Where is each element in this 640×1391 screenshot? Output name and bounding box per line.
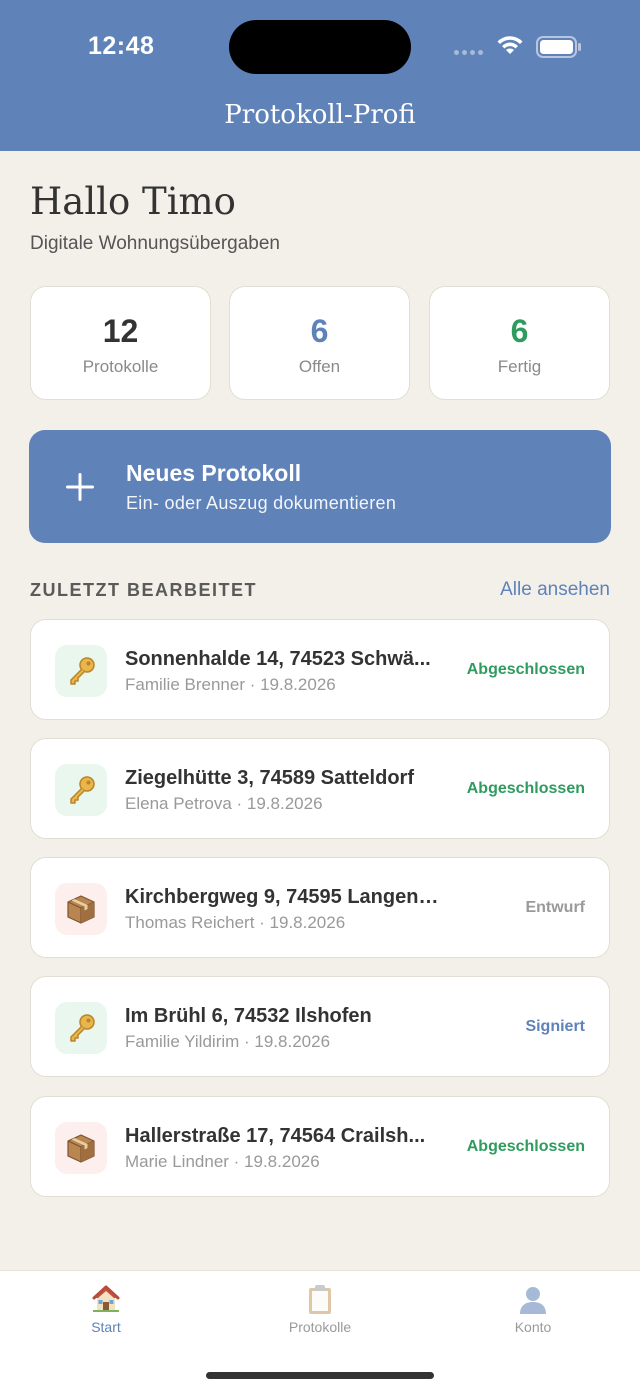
key-icon (55, 764, 107, 816)
stat-label: Fertig (497, 357, 542, 376)
tab-konto[interactable]: Konto (463, 1283, 603, 1335)
item-address: Ziegelhütte 3, 74589 Satteldorf (125, 767, 414, 789)
stat-label: Protokolle (82, 357, 159, 376)
status-badge: Abgeschlossen (466, 780, 585, 797)
dynamic-island (229, 20, 411, 74)
list-item[interactable]: Ziegelhütte 3, 74589 Satteldorf Elena Pe… (30, 738, 610, 839)
new-protocol-title: Neues Protokoll (126, 460, 302, 486)
new-protocol-subtitle: Ein- oder Auszug dokumentieren (126, 493, 397, 513)
tab-label: Start (91, 1319, 121, 1335)
item-meta: Familie Yildirim · 19.8.2026 (125, 1032, 331, 1051)
status-badge: Signiert (525, 1018, 585, 1035)
key-icon (55, 645, 107, 697)
house-icon (92, 1285, 120, 1312)
tab-label: Konto (514, 1319, 552, 1335)
list-item[interactable]: Im Brühl 6, 74532 Ilshofen Familie Yildi… (30, 976, 610, 1077)
stat-value: 6 (310, 313, 329, 349)
plus-icon (66, 473, 94, 501)
item-meta: Thomas Reichert · 19.8.2026 (125, 913, 346, 932)
list-item[interactable]: Kirchbergweg 9, 74595 Langenburg Thomas … (30, 857, 610, 958)
status-time: 12:48 (88, 32, 155, 60)
app-title: Protokoll-Profi (224, 100, 416, 130)
stat-card-fertig[interactable]: 6 Fertig (429, 286, 610, 400)
recent-section-title: ZULETZT BEARBEITET (30, 580, 257, 600)
greeting-subtitle: Digitale Wohnungsübergaben (30, 233, 280, 254)
status-badge: Entwurf (525, 899, 585, 916)
stat-value: 6 (510, 313, 529, 349)
key-icon (55, 1002, 107, 1054)
item-address: Kirchbergweg 9, 74595 Langenburg (125, 886, 447, 908)
wifi-icon (497, 36, 523, 54)
stat-card-offen[interactable]: 6 Offen (229, 286, 410, 400)
tab-label: Protokolle (288, 1319, 352, 1335)
item-meta: Familie Brenner · 19.8.2026 (125, 675, 336, 694)
item-address: Im Brühl 6, 74532 Ilshofen (125, 1005, 372, 1027)
see-all-link[interactable]: Alle ansehen (500, 579, 610, 601)
status-badge: Abgeschlossen (466, 1138, 585, 1155)
user-icon (520, 1287, 546, 1314)
list-item[interactable]: Hallerstraße 17, 74564 Crailsh... Marie … (30, 1096, 610, 1197)
list-item[interactable]: Sonnenhalde 14, 74523 Schwä... Familie B… (30, 619, 610, 720)
stat-value: 12 (102, 313, 139, 349)
package-icon (55, 1122, 107, 1174)
stat-label: Offen (298, 357, 341, 376)
app-header: 12:48 Protokoll-Profi (0, 0, 640, 151)
tab-protokolle[interactable]: Protokolle (250, 1283, 390, 1335)
greeting-title: Hallo Timo (30, 180, 236, 223)
item-address: Sonnenhalde 14, 74523 Schwä... (125, 648, 431, 670)
new-protocol-button[interactable]: Neues Protokoll Ein- oder Auszug dokumen… (29, 430, 611, 543)
item-address: Hallerstraße 17, 74564 Crailsh... (125, 1125, 426, 1147)
clipboard-icon (309, 1285, 331, 1314)
status-badge: Abgeschlossen (466, 661, 585, 678)
signal-icon (454, 50, 483, 55)
item-meta: Marie Lindner · 19.8.2026 (125, 1152, 320, 1171)
package-icon (55, 883, 107, 935)
stat-card-protokolle[interactable]: 12 Protokolle (30, 286, 211, 400)
battery-icon (536, 36, 581, 58)
home-indicator (206, 1372, 434, 1379)
item-meta: Elena Petrova · 19.8.2026 (125, 794, 323, 813)
tab-start[interactable]: Start (36, 1283, 176, 1335)
